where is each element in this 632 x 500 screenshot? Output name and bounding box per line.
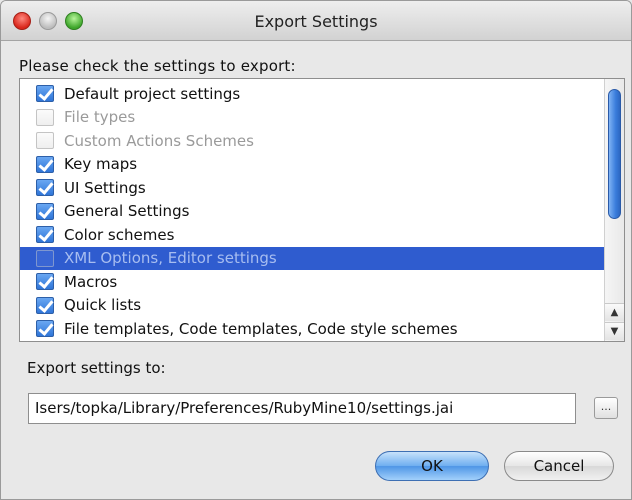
setting-checkbox[interactable] xyxy=(36,85,54,103)
setting-label: Macros xyxy=(64,272,118,291)
setting-label: XML Options, Editor settings xyxy=(64,249,277,268)
settings-list-item[interactable]: File types xyxy=(20,106,606,130)
setting-checkbox[interactable] xyxy=(36,273,54,291)
cancel-button[interactable]: Cancel xyxy=(504,451,614,481)
setting-label: Default project settings xyxy=(64,84,241,103)
setting-checkbox[interactable] xyxy=(36,249,54,267)
setting-checkbox[interactable] xyxy=(36,132,54,150)
scroll-down-arrow-icon[interactable]: ▼ xyxy=(605,322,624,340)
scrollbar-thumb[interactable] xyxy=(608,89,621,219)
settings-list-item[interactable]: XML Options, Editor settings xyxy=(20,246,606,270)
title-bar: Export Settings xyxy=(1,1,631,41)
setting-checkbox[interactable] xyxy=(36,202,54,220)
vertical-scrollbar[interactable]: ▲ ▼ xyxy=(604,79,624,341)
setting-label: Quick lists xyxy=(64,296,142,315)
setting-checkbox[interactable] xyxy=(36,226,54,244)
settings-list-item[interactable]: Custom Actions Schemes xyxy=(20,129,606,153)
setting-label: File types xyxy=(64,108,136,127)
window-title: Export Settings xyxy=(254,12,378,31)
export-settings-dialog: Export Settings Please check the setting… xyxy=(0,0,632,500)
setting-label: General Settings xyxy=(64,202,190,221)
setting-checkbox[interactable] xyxy=(36,179,54,197)
setting-label: Custom Actions Schemes xyxy=(64,131,254,150)
settings-list[interactable]: Default project settings File types Custom… xyxy=(19,78,625,342)
setting-label: Color schemes xyxy=(64,225,175,244)
setting-checkbox[interactable] xyxy=(36,320,54,338)
settings-list-item[interactable]: General Settings xyxy=(20,200,606,224)
ok-button[interactable]: OK xyxy=(375,451,489,481)
settings-list-item[interactable]: Quick lists xyxy=(20,294,606,318)
scroll-up-arrow-icon[interactable]: ▲ xyxy=(605,303,624,321)
settings-list-item[interactable]: Color schemes xyxy=(20,223,606,247)
setting-checkbox[interactable] xyxy=(36,296,54,314)
settings-list-item[interactable]: Default project settings xyxy=(20,82,606,106)
settings-list-item[interactable]: File templates, Code templates, Code sty… xyxy=(20,317,606,341)
setting-checkbox[interactable] xyxy=(36,155,54,173)
settings-list-item[interactable]: Key maps xyxy=(20,153,606,177)
settings-list-item[interactable]: Macros xyxy=(20,270,606,294)
settings-list-item[interactable]: UI Settings xyxy=(20,176,606,200)
settings-heading: Please check the settings to export: xyxy=(19,57,296,75)
setting-checkbox[interactable] xyxy=(36,108,54,126)
setting-label: File templates, Code templates, Code sty… xyxy=(64,319,458,338)
browse-button[interactable]: ... xyxy=(594,397,618,419)
export-path-input[interactable]: Isers/topka/Library/Preferences/RubyMine… xyxy=(28,393,576,424)
export-settings-label: Export settings to: xyxy=(27,359,166,377)
setting-label: UI Settings xyxy=(64,178,146,197)
setting-label: Key maps xyxy=(64,155,138,174)
